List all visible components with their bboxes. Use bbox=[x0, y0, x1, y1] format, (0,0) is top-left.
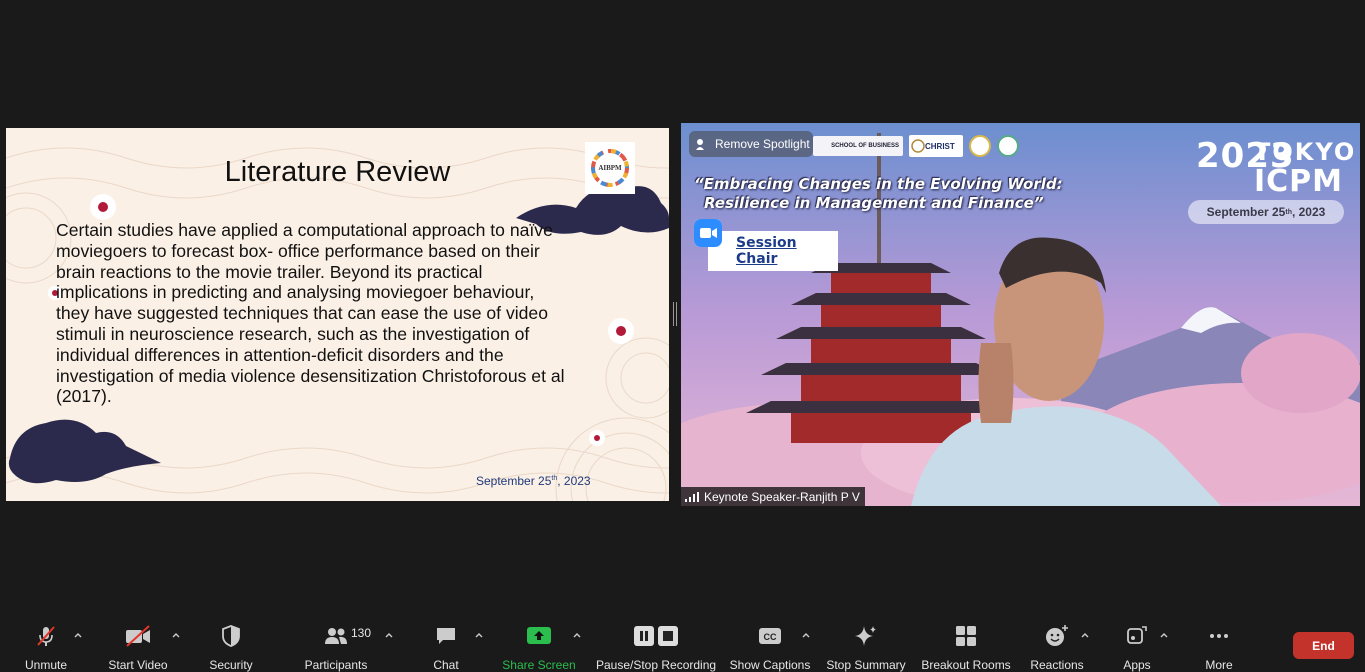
end-meeting-button[interactable]: End bbox=[1293, 632, 1354, 659]
svg-text:CC: CC bbox=[764, 632, 777, 642]
chat-button[interactable]: Chat bbox=[424, 610, 468, 672]
body-line: moviegoers to forecast box- office perfo… bbox=[56, 240, 540, 261]
chat-icon bbox=[434, 624, 458, 648]
chevron-up-icon[interactable] bbox=[801, 630, 811, 640]
share-screen-icon bbox=[526, 624, 552, 648]
smiley-plus-icon bbox=[1044, 624, 1070, 648]
breakout-rooms-button[interactable]: Breakout Rooms bbox=[921, 610, 1011, 672]
sparkle-icon bbox=[853, 624, 879, 648]
video-off-icon bbox=[124, 624, 152, 648]
body-line: (2017). bbox=[56, 386, 112, 407]
show-captions-button[interactable]: CC Show Captions bbox=[730, 610, 810, 672]
participants-button[interactable]: 130 Participants bbox=[302, 610, 371, 672]
remove-spotlight-button[interactable]: Remove Spotlight bbox=[689, 131, 813, 157]
participant-name-tag: Keynote Speaker-Ranjith P V bbox=[681, 487, 865, 506]
event-year: 2023 bbox=[1196, 136, 1295, 176]
spotlight-icon bbox=[696, 139, 704, 150]
slide-title: Literature Review bbox=[224, 156, 451, 188]
participants-icon: 130 bbox=[323, 624, 371, 648]
closed-captions-icon: CC bbox=[757, 624, 783, 648]
slide-date: September 25th, 2023 bbox=[476, 474, 591, 488]
body-line: brain reactions to the movie trailer. Be… bbox=[56, 261, 483, 282]
event-city: TOKYO bbox=[1254, 138, 1357, 166]
more-button[interactable]: More bbox=[1198, 610, 1240, 672]
shield-icon bbox=[220, 624, 242, 648]
body-line: investigation of media violence desensit… bbox=[56, 365, 565, 386]
chevron-up-icon[interactable] bbox=[384, 630, 394, 640]
zoom-camera-icon bbox=[694, 219, 722, 247]
ellipsis-icon bbox=[1207, 624, 1231, 648]
chevron-up-icon[interactable] bbox=[171, 630, 181, 640]
pause-stop-recording-button[interactable]: Pause/Stop Recording bbox=[596, 610, 716, 672]
split-view-divider-handle[interactable] bbox=[673, 302, 677, 326]
conference-theme-text: “Embracing Changes in the Evolving World… bbox=[694, 175, 1063, 212]
remove-spotlight-label: Remove Spotlight bbox=[715, 137, 810, 151]
muted-microphone-icon bbox=[34, 624, 58, 648]
session-chair-banner: Session Chair bbox=[708, 231, 838, 271]
chevron-up-icon[interactable] bbox=[572, 630, 582, 640]
security-button[interactable]: Security bbox=[205, 610, 257, 672]
body-line: Certain studies have applied a computati… bbox=[56, 220, 553, 240]
body-line: individual differences in attention-defi… bbox=[56, 344, 504, 365]
apps-button[interactable]: Apps bbox=[1118, 610, 1156, 672]
signal-strength-icon bbox=[685, 491, 699, 502]
chevron-up-icon[interactable] bbox=[474, 630, 484, 640]
event-name: ICPM bbox=[1254, 164, 1344, 199]
body-line: implications in predicting and analysing… bbox=[56, 282, 535, 303]
partner-logo-circle bbox=[997, 135, 1019, 157]
event-date: September 25th, 2023 bbox=[1188, 200, 1344, 224]
share-screen-button[interactable]: Share Screen bbox=[502, 610, 576, 672]
shared-screen-slide: AIBPM Literature Review Certain studies … bbox=[6, 128, 669, 501]
christ-university-logo: CHRIST bbox=[909, 135, 963, 157]
breakout-rooms-icon bbox=[954, 624, 978, 648]
participants-count: 130 bbox=[351, 626, 372, 640]
meeting-controls-toolbar: Unmute Start Video Security 130 Particip… bbox=[0, 610, 1365, 672]
chevron-up-icon[interactable] bbox=[1080, 630, 1090, 640]
body-line: stimuli in neuroscience research, such a… bbox=[56, 323, 530, 344]
unmute-button[interactable]: Unmute bbox=[20, 610, 72, 672]
flower-icon bbox=[90, 194, 116, 220]
chevron-up-icon[interactable] bbox=[1159, 630, 1169, 640]
zoom-meeting-window: AIBPM Literature Review Certain studies … bbox=[0, 0, 1365, 672]
body-line: they have suggested techniques that can … bbox=[56, 303, 548, 324]
flower-icon bbox=[589, 430, 605, 446]
start-video-button[interactable]: Start Video bbox=[106, 610, 170, 672]
slide-body-text: Certain studies have applied a computati… bbox=[56, 220, 646, 407]
chevron-up-icon[interactable] bbox=[73, 630, 83, 640]
school-of-business-logo: SCHOOL OF BUSINESS bbox=[813, 136, 903, 156]
sponsor-logos: SCHOOL OF BUSINESS CHRIST bbox=[813, 134, 1019, 158]
pause-stop-icon bbox=[632, 624, 680, 648]
partner-logo-circle bbox=[969, 135, 991, 157]
stop-summary-button[interactable]: Stop Summary bbox=[826, 610, 906, 672]
reactions-button[interactable]: Reactions bbox=[1030, 610, 1084, 672]
apps-icon bbox=[1125, 624, 1149, 648]
